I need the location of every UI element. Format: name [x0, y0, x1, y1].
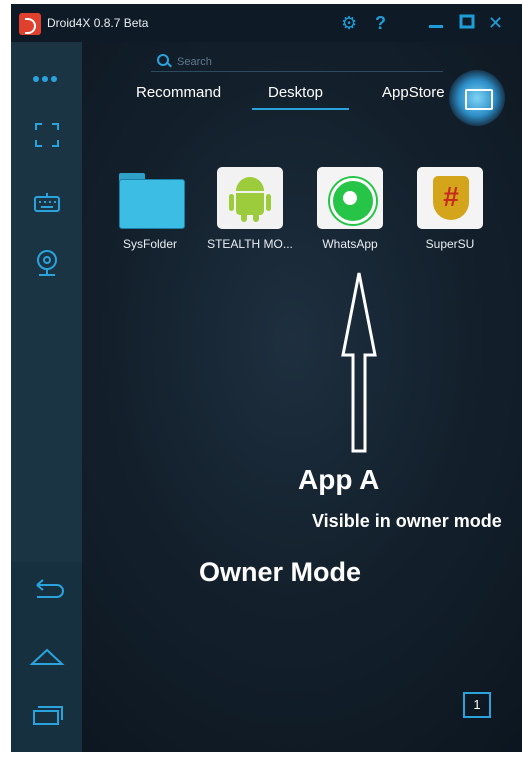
app-label: SysFolder — [122, 237, 178, 251]
android-icon — [217, 167, 283, 229]
search-icon[interactable] — [157, 54, 169, 66]
app-whatsapp[interactable]: WhatsApp — [305, 167, 395, 251]
app-stealth-mode[interactable]: STEALTH MO... — [205, 167, 295, 251]
gear-icon[interactable]: ⚙ — [341, 12, 357, 34]
search-input[interactable] — [175, 52, 429, 72]
home-icon[interactable] — [11, 640, 82, 675]
emulator-window: Droid4X 0.8.7 Beta ⚙ ? ✕ Search Recomman… — [11, 4, 522, 752]
back-icon[interactable] — [11, 576, 82, 611]
minimize-icon[interactable] — [427, 12, 445, 35]
more-icon[interactable] — [33, 69, 60, 87]
search-bar — [151, 52, 443, 72]
mode-label: Owner Mode — [199, 557, 362, 587]
tab-desktop[interactable]: Desktop — [268, 84, 323, 101]
title-bar: Droid4X 0.8.7 Beta ⚙ ? ✕ — [11, 4, 522, 42]
app-label: STEALTH MO... — [207, 237, 293, 251]
help-button[interactable]: ? — [375, 12, 386, 34]
whatsapp-icon — [317, 167, 383, 229]
page-indicator[interactable]: 1 — [463, 692, 491, 718]
close-icon[interactable]: ✕ — [488, 12, 503, 34]
app-sysfolder[interactable]: SysFolder — [105, 167, 195, 251]
tab-appstore[interactable]: AppStore — [382, 84, 445, 101]
active-tab-indicator — [252, 108, 349, 110]
maximize-icon[interactable] — [458, 12, 476, 35]
mail-icon[interactable] — [449, 70, 505, 126]
app-supersu[interactable]: # SuperSU — [405, 167, 495, 251]
app-label: WhatsApp — [322, 237, 378, 251]
fullscreen-icon[interactable] — [11, 120, 82, 155]
annotation-title: App A — [298, 464, 380, 495]
window-title: Droid4X 0.8.7 Beta — [47, 16, 149, 30]
droid4x-logo-icon — [19, 13, 41, 35]
folder-icon — [117, 167, 185, 229]
tab-recommand[interactable]: Recommand — [136, 84, 221, 101]
up-arrow-annotation — [341, 272, 377, 453]
nav-bar — [11, 562, 82, 752]
supersu-icon: # — [417, 167, 483, 229]
recent-apps-icon[interactable] — [11, 700, 82, 735]
app-label: SuperSU — [425, 237, 475, 251]
annotation-subtitle: Visible in owner mode — [312, 511, 502, 531]
webcam-icon[interactable] — [11, 247, 82, 284]
keyboard-icon[interactable] — [11, 188, 82, 223]
sidebar — [11, 42, 82, 752]
